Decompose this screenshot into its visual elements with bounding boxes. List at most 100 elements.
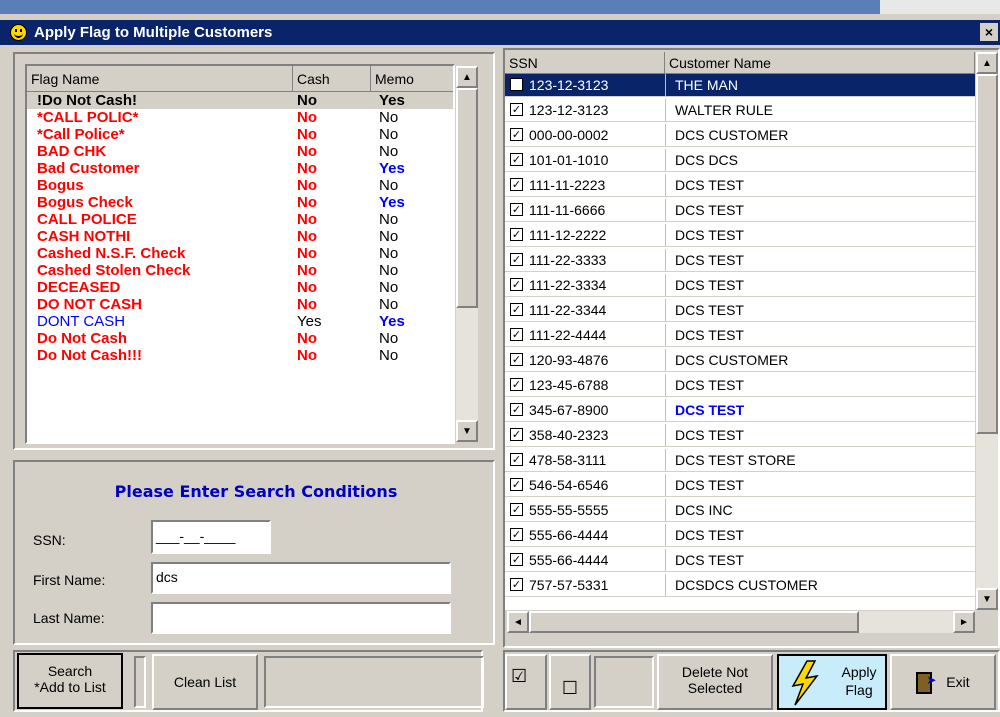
delete-not-selected-button[interactable]: Delete Not Selected: [657, 654, 773, 710]
scroll-left-icon[interactable]: ◄: [507, 611, 529, 633]
check-all-button[interactable]: ☑: [505, 654, 547, 710]
customer-row[interactable]: ✓ 478-58-3111 DCS TEST STORE: [505, 449, 975, 472]
customer-name-header[interactable]: Customer Name: [665, 52, 975, 74]
customer-row[interactable]: ✓ 555-55-5555 DCS INC: [505, 499, 975, 522]
customer-checkbox[interactable]: ✓: [510, 378, 523, 391]
customer-checkbox[interactable]: ✓: [510, 103, 523, 116]
first-name-input[interactable]: dcs: [151, 562, 451, 594]
customer-checkbox[interactable]: ✓: [510, 253, 523, 266]
flag-row[interactable]: BAD CHK No No: [27, 143, 453, 160]
flag-memo: No: [379, 296, 399, 313]
flag-row[interactable]: Do Not Cash No No: [27, 330, 453, 347]
customer-horizontal-scrollbar[interactable]: ◄ ►: [507, 611, 975, 633]
customer-checkbox[interactable]: ✓: [510, 78, 523, 91]
customer-row[interactable]: ✓ 000-00-0002 DCS CUSTOMER: [505, 124, 975, 147]
customer-row[interactable]: ✓ 123-45-6788 DCS TEST: [505, 374, 975, 397]
flag-memo: No: [379, 143, 399, 160]
scroll-thumb[interactable]: [529, 611, 859, 633]
customer-checkbox[interactable]: ✓: [510, 428, 523, 441]
uncheck-all-button[interactable]: ☐: [549, 654, 591, 710]
scroll-down-icon[interactable]: ▼: [976, 588, 998, 610]
customer-row[interactable]: ✓ 555-66-4444 DCS TEST: [505, 524, 975, 547]
customer-row[interactable]: ✓ 111-22-4444 DCS TEST: [505, 324, 975, 347]
last-name-label: Last Name:: [33, 610, 105, 626]
customer-checkbox[interactable]: ✓: [510, 203, 523, 216]
flag-name-header[interactable]: Flag Name: [27, 66, 293, 92]
flag-row[interactable]: CASH NOTHI No No: [27, 228, 453, 245]
customer-row[interactable]: ✓ 120-93-4876 DCS CUSTOMER: [505, 349, 975, 372]
customer-checkbox[interactable]: ✓: [510, 128, 523, 141]
customer-row[interactable]: ✓ 111-22-3333 DCS TEST: [505, 249, 975, 272]
customer-row[interactable]: ✓ 111-22-3334 DCS TEST: [505, 274, 975, 297]
customer-name: DCS TEST: [675, 252, 744, 268]
customer-row[interactable]: ✓ 546-54-6546 DCS TEST: [505, 474, 975, 497]
scroll-thumb[interactable]: [976, 74, 998, 434]
customer-row[interactable]: ✓ 358-40-2323 DCS TEST: [505, 424, 975, 447]
apply-button-sublabel: Flag: [845, 682, 873, 698]
flag-row[interactable]: Do Not Cash!!! No No: [27, 347, 453, 364]
customer-checkbox[interactable]: ✓: [510, 528, 523, 541]
flag-row[interactable]: Bogus No No: [27, 177, 453, 194]
flag-row[interactable]: Bogus Check No Yes: [27, 194, 453, 211]
flag-row[interactable]: CALL POLICE No No: [27, 211, 453, 228]
customer-row[interactable]: ✓ 757-57-5331 DCSDCS CUSTOMER: [505, 574, 975, 597]
customer-checkbox[interactable]: ✓: [510, 453, 523, 466]
flag-cash: No: [297, 330, 317, 347]
customer-row[interactable]: ✓ 123-12-3123 THE MAN: [505, 74, 975, 97]
flag-row[interactable]: DONT CASH Yes Yes: [27, 313, 453, 330]
scroll-down-icon[interactable]: ▼: [456, 420, 478, 442]
flag-row[interactable]: *Call Police* No No: [27, 126, 453, 143]
scroll-thumb[interactable]: [456, 88, 478, 308]
customer-checkbox[interactable]: ✓: [510, 553, 523, 566]
customer-checkbox[interactable]: ✓: [510, 503, 523, 516]
scroll-right-icon[interactable]: ►: [953, 611, 975, 633]
customer-checkbox[interactable]: ✓: [510, 403, 523, 416]
scroll-up-icon[interactable]: ▲: [976, 52, 998, 74]
customer-vertical-scrollbar[interactable]: ▲ ▼: [976, 52, 998, 610]
search-add-button[interactable]: Search *Add to List: [17, 653, 123, 709]
customer-row[interactable]: ✓ 111-22-3344 DCS TEST: [505, 299, 975, 322]
memo-header[interactable]: Memo: [371, 66, 453, 92]
flag-row[interactable]: !Do Not Cash! No Yes: [27, 92, 453, 109]
customer-checkbox[interactable]: ✓: [510, 278, 523, 291]
close-button[interactable]: ×: [980, 23, 998, 41]
customer-checkbox[interactable]: ✓: [510, 578, 523, 591]
customer-checkbox[interactable]: ✓: [510, 178, 523, 191]
customer-checkbox[interactable]: ✓: [510, 228, 523, 241]
customer-checkbox[interactable]: ✓: [510, 153, 523, 166]
search-title: Please Enter Search Conditions: [114, 482, 398, 501]
customer-row[interactable]: ✓ 555-66-4444 DCS TEST: [505, 549, 975, 572]
customer-checkbox[interactable]: ✓: [510, 303, 523, 316]
flag-cash: No: [297, 228, 317, 245]
flag-row[interactable]: DO NOT CASH No No: [27, 296, 453, 313]
customer-ssn: 123-12-3123: [529, 102, 609, 118]
customer-row[interactable]: ✓ 123-12-3123 WALTER RULE: [505, 99, 975, 122]
customer-name: DCS TEST: [675, 377, 744, 393]
flag-row[interactable]: Bad Customer No Yes: [27, 160, 453, 177]
scroll-up-icon[interactable]: ▲: [456, 66, 478, 88]
lightning-icon: [791, 660, 819, 706]
clean-list-button[interactable]: Clean List: [152, 654, 258, 710]
flag-row[interactable]: DECEASED No No: [27, 279, 453, 296]
customer-checkbox[interactable]: ✓: [510, 353, 523, 366]
exit-button[interactable]: ➤ Exit: [890, 654, 996, 710]
customer-row[interactable]: ✓ 111-11-2223 DCS TEST: [505, 174, 975, 197]
flag-row[interactable]: *CALL POLIC* No No: [27, 109, 453, 126]
customer-checkbox[interactable]: ✓: [510, 478, 523, 491]
flag-row[interactable]: Cashed Stolen Check No No: [27, 262, 453, 279]
cash-header[interactable]: Cash: [293, 66, 371, 92]
apply-flag-button[interactable]: Apply Flag: [777, 654, 887, 710]
ssn-input[interactable]: ___-__-____: [151, 520, 271, 554]
customer-row[interactable]: ✓ 101-01-1010 DCS DCS: [505, 149, 975, 172]
customer-row[interactable]: ✓ 111-11-6666 DCS TEST: [505, 199, 975, 222]
flag-name: BAD CHK: [37, 143, 107, 160]
customer-checkbox[interactable]: ✓: [510, 328, 523, 341]
customer-row[interactable]: ✓ 345-67-8900 DCS TEST: [505, 399, 975, 422]
flag-scrollbar[interactable]: ▲ ▼: [456, 66, 478, 442]
flag-memo: No: [379, 330, 399, 347]
flag-row[interactable]: Cashed N.S.F. Check No No: [27, 245, 453, 262]
last-name-input[interactable]: [151, 602, 451, 634]
flag-memo: No: [379, 279, 399, 296]
ssn-header[interactable]: SSN: [505, 52, 665, 74]
customer-row[interactable]: ✓ 111-12-2222 DCS TEST: [505, 224, 975, 247]
